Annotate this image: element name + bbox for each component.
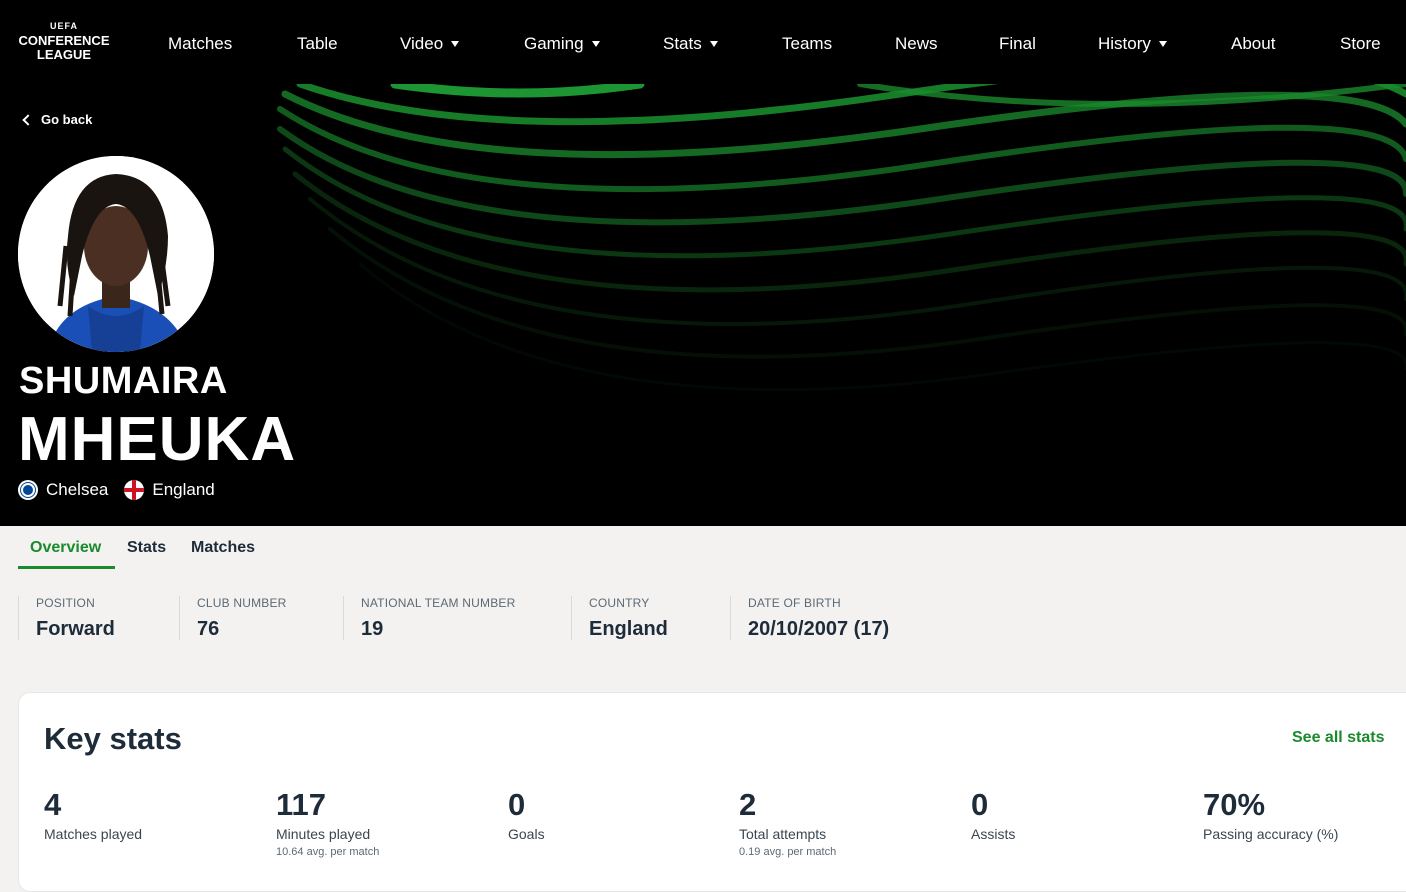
- stat-subtext: 10.64 avg. per match: [276, 846, 380, 858]
- info-value: Forward: [36, 618, 115, 640]
- nav-item-label: About: [1231, 34, 1276, 53]
- nav-item-teams[interactable]: Teams: [782, 34, 832, 54]
- tab-stats[interactable]: Stats: [127, 539, 166, 557]
- info-label: NATIONAL TEAM NUMBER: [361, 596, 516, 610]
- logo-line-1: UEFA: [49, 21, 78, 31]
- england-flag-icon: [124, 480, 145, 500]
- key-stats-card: Key stats See all stats 4 Matches played…: [18, 692, 1406, 892]
- player-meta: Chelsea England: [18, 480, 215, 500]
- nav-item-news[interactable]: News: [895, 34, 938, 54]
- player-country[interactable]: England: [152, 480, 214, 500]
- info-value: 19: [361, 618, 384, 640]
- info-value: 20/10/2007 (17): [748, 618, 890, 640]
- info-national-team-number: NATIONAL TEAM NUMBER 19: [343, 596, 515, 640]
- tab-overview[interactable]: Overview: [30, 539, 101, 557]
- top-navigation: UEFA CONFERENCE LEAGUE Matches Table Vid…: [0, 0, 1406, 84]
- player-first-name: SHUMAIRA: [19, 360, 228, 402]
- see-all-stats-link[interactable]: See all stats: [1292, 729, 1385, 747]
- nav-item-history[interactable]: History: [1098, 34, 1167, 54]
- nav-item-label: History: [1098, 34, 1151, 53]
- go-back-label: Go back: [41, 112, 93, 127]
- key-stats-title: Key stats: [44, 721, 182, 756]
- tab-matches[interactable]: Matches: [191, 539, 255, 557]
- nav-item-video[interactable]: Video: [400, 34, 460, 54]
- stat-matches-played: 4 Matches played: [44, 787, 142, 842]
- stat-label: Total attempts: [739, 826, 827, 842]
- info-country: COUNTRY England: [571, 596, 668, 640]
- logo-line-3: LEAGUE: [36, 47, 92, 62]
- info-label: DATE OF BIRTH: [748, 596, 841, 610]
- player-last-name: MHEUKA: [18, 405, 297, 474]
- nav-item-table[interactable]: Table: [297, 34, 338, 54]
- nav-item-label: Stats: [663, 34, 702, 53]
- conference-league-logo[interactable]: UEFA CONFERENCE LEAGUE: [18, 22, 110, 66]
- stat-value: 0: [508, 787, 526, 822]
- go-back-link[interactable]: Go back: [22, 112, 93, 127]
- player-hero: Go back SHUMAIRA MHEUKA Chelsea England: [0, 84, 1406, 526]
- info-date-of-birth: DATE OF BIRTH 20/10/2007 (17): [730, 596, 889, 640]
- caret-down-icon: [1158, 41, 1167, 47]
- nav-item-gaming[interactable]: Gaming: [524, 34, 600, 54]
- stat-label: Minutes played: [276, 826, 371, 842]
- stat-value: 4: [44, 787, 62, 822]
- nav-item-label: Store: [1340, 34, 1381, 53]
- caret-down-icon: [709, 41, 718, 47]
- info-position: POSITION Forward: [18, 596, 115, 640]
- stat-label: Passing accuracy (%): [1203, 826, 1339, 842]
- chevron-left-icon: [22, 113, 34, 126]
- nav-item-matches[interactable]: Matches: [168, 34, 232, 54]
- logo-line-2: CONFERENCE: [18, 33, 110, 48]
- club-crest-icon: [18, 480, 38, 500]
- stat-value: 117: [276, 787, 327, 822]
- nav-item-label: Teams: [782, 34, 833, 53]
- stat-value: 0: [971, 787, 989, 822]
- stat-goals: 0 Goals: [508, 787, 545, 842]
- info-label: POSITION: [36, 596, 95, 610]
- stat-minutes-played: 117 Minutes played 10.64 avg. per match: [276, 787, 379, 858]
- nav-item-about[interactable]: About: [1231, 34, 1275, 54]
- nav-item-label: Video: [400, 34, 444, 53]
- stat-value: 70%: [1203, 787, 1266, 822]
- nav-item-label: Matches: [168, 34, 233, 53]
- info-club-number: CLUB NUMBER 76: [179, 596, 287, 640]
- profile-tabs: Overview Stats Matches: [0, 526, 1406, 570]
- nav-item-label: Table: [297, 34, 338, 53]
- nav-item-store[interactable]: Store: [1340, 34, 1381, 54]
- info-label: COUNTRY: [589, 596, 650, 610]
- nav-item-label: Final: [999, 34, 1036, 53]
- stat-assists: 0 Assists: [971, 787, 1015, 842]
- stat-total-attempts: 2 Total attempts 0.19 avg. per match: [739, 787, 836, 858]
- stat-label: Assists: [971, 826, 1016, 842]
- stat-label: Matches played: [44, 826, 143, 842]
- nav-item-label: Gaming: [524, 34, 584, 53]
- stat-passing-accuracy: 70% Passing accuracy (%): [1203, 787, 1338, 842]
- player-club[interactable]: Chelsea: [46, 480, 108, 500]
- nav-item-stats[interactable]: Stats: [663, 34, 718, 54]
- info-label: CLUB NUMBER: [197, 596, 287, 610]
- player-photo: [18, 156, 214, 352]
- player-avatar: [18, 156, 214, 352]
- active-tab-indicator: [18, 566, 115, 569]
- stat-label: Goals: [508, 826, 545, 842]
- info-value: 76: [197, 618, 220, 640]
- stat-subtext: 0.19 avg. per match: [739, 846, 837, 858]
- stat-value: 2: [739, 787, 757, 822]
- nav-item-final[interactable]: Final: [999, 34, 1036, 54]
- caret-down-icon: [451, 41, 460, 47]
- nav-item-label: News: [895, 34, 938, 53]
- caret-down-icon: [591, 41, 600, 47]
- info-value: England: [589, 618, 668, 640]
